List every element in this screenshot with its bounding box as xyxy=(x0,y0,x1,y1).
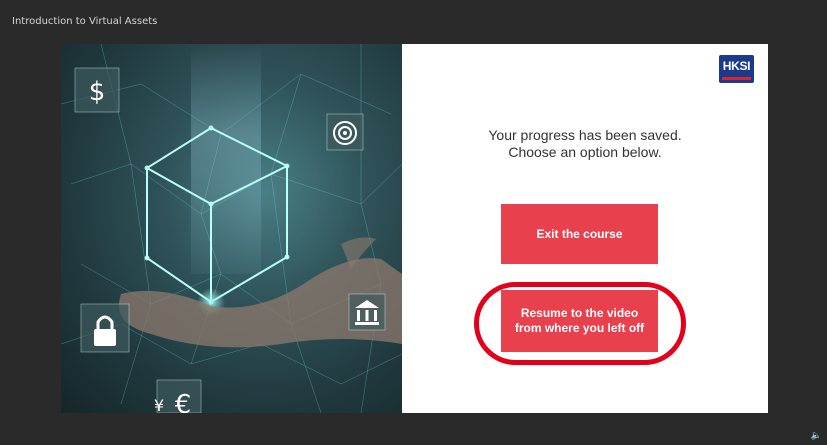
yen-icon: ¥ xyxy=(154,396,164,413)
resume-label-line-2: from where you left off xyxy=(514,321,645,335)
svg-text:$: $ xyxy=(89,77,106,107)
progress-message: Your progress has been saved. Choose an … xyxy=(402,127,768,161)
resume-label-line-1: Resume to the video xyxy=(520,306,639,320)
logo-text: HKSI xyxy=(722,59,751,73)
logo-stripe xyxy=(722,77,751,80)
hksi-logo: HKSI xyxy=(719,55,754,83)
exit-course-label: Exit the course xyxy=(536,226,623,241)
message-line-1: Your progress has been saved. xyxy=(488,127,682,143)
speaker-icon[interactable]: 🔈 xyxy=(811,430,822,441)
dollar-icon: $ xyxy=(74,67,120,113)
network-cube-illustration: $ € ¥ xyxy=(61,44,402,413)
lock-icon xyxy=(80,303,130,353)
bank-icon xyxy=(348,293,386,331)
slide: $ € ¥ HKSI Your progress has been saved.… xyxy=(61,44,768,413)
top-bar: Introduction to Virtual Assets xyxy=(0,0,827,40)
target-icon xyxy=(326,113,364,151)
hero-image: $ € ¥ xyxy=(61,44,402,413)
resume-video-button[interactable]: Resume to the video from where you left … xyxy=(501,290,658,352)
course-title: Introduction to Virtual Assets xyxy=(12,16,158,27)
options-panel: HKSI Your progress has been saved. Choos… xyxy=(402,44,768,413)
exit-course-button[interactable]: Exit the course xyxy=(501,204,658,264)
svg-text:€: € xyxy=(175,390,192,413)
message-line-2: Choose an option below. xyxy=(508,144,662,160)
svg-text:¥: ¥ xyxy=(154,396,164,413)
